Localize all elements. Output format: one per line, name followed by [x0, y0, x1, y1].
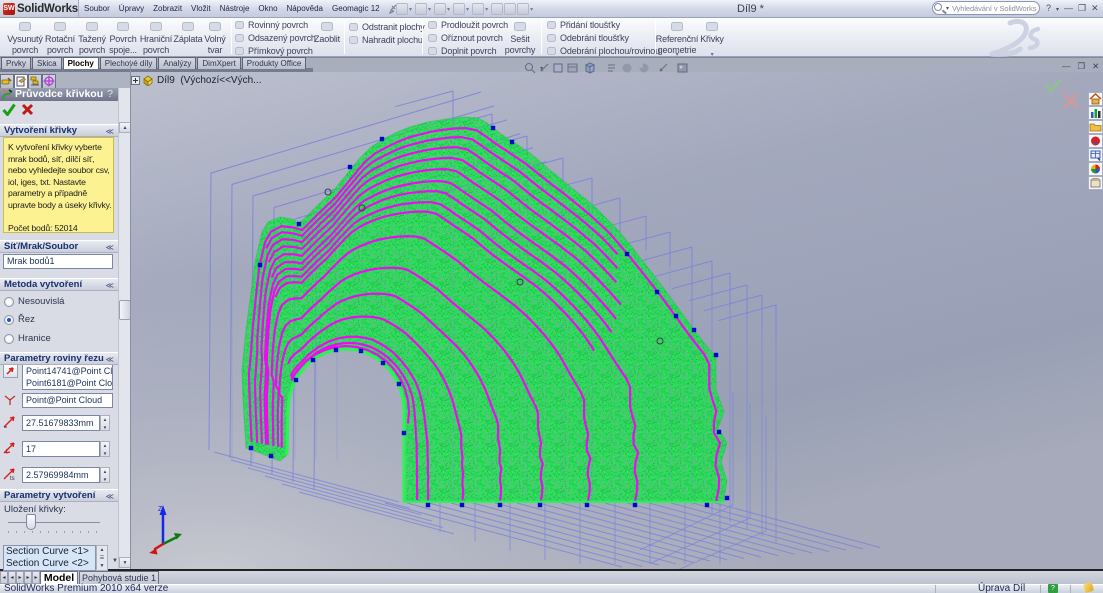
svg-text:Z: Z	[158, 506, 163, 513]
svg-text:ts: ts	[10, 476, 15, 481]
